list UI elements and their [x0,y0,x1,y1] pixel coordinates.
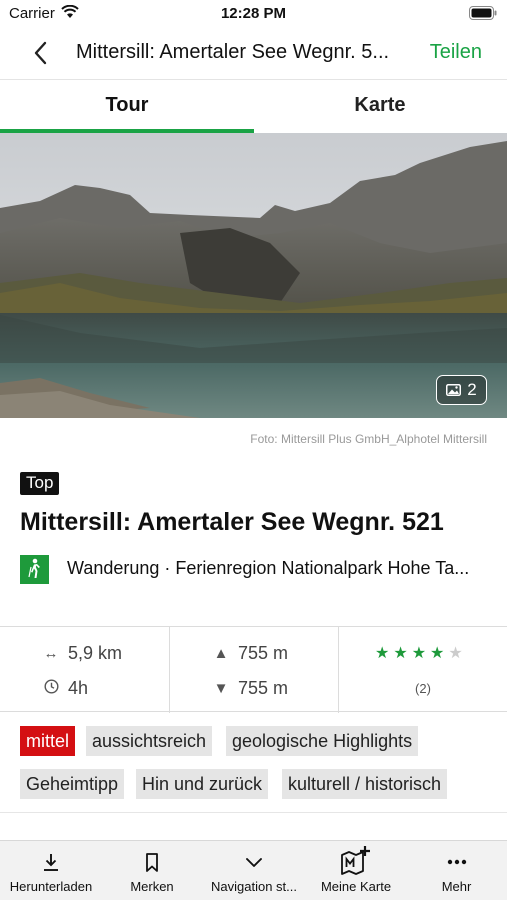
status-bar: Carrier 12:28 PM [0,0,507,30]
chevron-left-icon [34,41,47,65]
tab-bar: Tour Karte [0,79,507,133]
stats-distance-duration: ↔ 5,9 km 4h [0,627,170,713]
star-empty-icon: ★ [448,645,467,662]
download-icon [0,851,102,875]
back-button[interactable] [26,38,56,68]
star-filled-icon: ★ [375,645,394,662]
bottom-toolbar: Herunterladen Merken Navigation st... Me… [0,840,507,900]
tag-hin-und-zurueck: Hin und zurück [136,769,269,799]
tour-category: Wanderung · Ferienregion Nationalpark Ho… [67,558,470,578]
hiker-icon [20,555,49,584]
rating-stars: ★★★★★ [375,643,467,663]
tour-title: Mittersill: Amertaler See Wegnr. 521 [20,508,444,536]
tour-stats: ↔ 5,9 km 4h ▲ 755 m ▼ 755 m ★★★★★ (2) [0,626,507,713]
tag-geologische-highlights: geologische Highlights [226,726,419,756]
chevron-down-icon [202,851,306,875]
star-filled-icon: ★ [430,645,449,662]
descent-stat: ▼ 755 m [212,678,288,699]
share-button[interactable]: Teilen [430,41,482,64]
download-label: Herunterladen [9,879,93,894]
section-divider [0,812,507,813]
ascent-stat: ▲ 755 m [212,643,288,664]
more-label: Mehr [441,879,472,894]
photo-count-badge[interactable]: 2 [436,375,487,405]
tab-karte[interactable]: Karte [253,80,507,134]
star-filled-icon: ★ [411,645,431,662]
battery-icon [469,6,497,25]
duration-value: 4h [68,678,89,698]
tag-geheimtipp: Geheimtipp [20,769,125,799]
stats-elevation: ▲ 755 m ▼ 755 m [170,627,339,713]
stats-rating[interactable]: ★★★★★ (2) [339,627,507,713]
navigation-button[interactable]: Navigation st... [202,841,306,900]
my-map-label: Meine Karte [320,879,392,894]
distance-stat: ↔ 5,9 km [42,643,123,664]
bookmark-button[interactable]: Merken [102,841,202,900]
navigation-label: Navigation st... [211,879,297,894]
descent-value: 755 m [238,678,289,698]
distance-arrows-icon: ↔ [43,645,59,662]
rating-count: (2) [415,681,431,696]
navigation-bar: Mittersill: Amertaler See Wegnr. 5... Te… [0,30,507,76]
more-button[interactable]: Mehr [406,841,507,900]
top-badge: Top [20,472,60,495]
tab-tour[interactable]: Tour [0,80,254,134]
star-filled-icon: ★ [393,645,412,662]
map-add-icon [306,846,406,875]
clock: 12:28 PM [220,5,287,22]
download-button[interactable]: Herunterladen [0,841,102,900]
triangle-down-icon: ▼ [213,680,229,697]
tour-photo[interactable]: 2 [0,133,507,418]
bookmark-icon [102,851,202,875]
difficulty-tag: mittel [20,726,76,756]
tag-kulturell-historisch: kulturell / historisch [282,769,448,799]
my-map-button[interactable]: Meine Karte [306,841,406,900]
tag-aussichtsreich: aussichtsreich [86,726,213,756]
mountain-lake-photo [0,133,507,418]
triangle-up-icon: ▲ [213,645,229,662]
duration-stat: 4h [42,678,88,699]
photo-credit: Foto: Mittersill Plus GmbH_Alphotel Mitt… [250,432,487,446]
nav-title: Mittersill: Amertaler See Wegnr. 5... [76,41,390,63]
ascent-value: 755 m [238,643,289,663]
distance-value: 5,9 km [68,643,123,663]
clock-icon [42,679,60,698]
more-dots-icon [406,851,507,875]
photo-count-value: 2 [467,380,477,399]
bookmark-label: Merken [130,879,174,894]
image-icon [446,384,462,396]
